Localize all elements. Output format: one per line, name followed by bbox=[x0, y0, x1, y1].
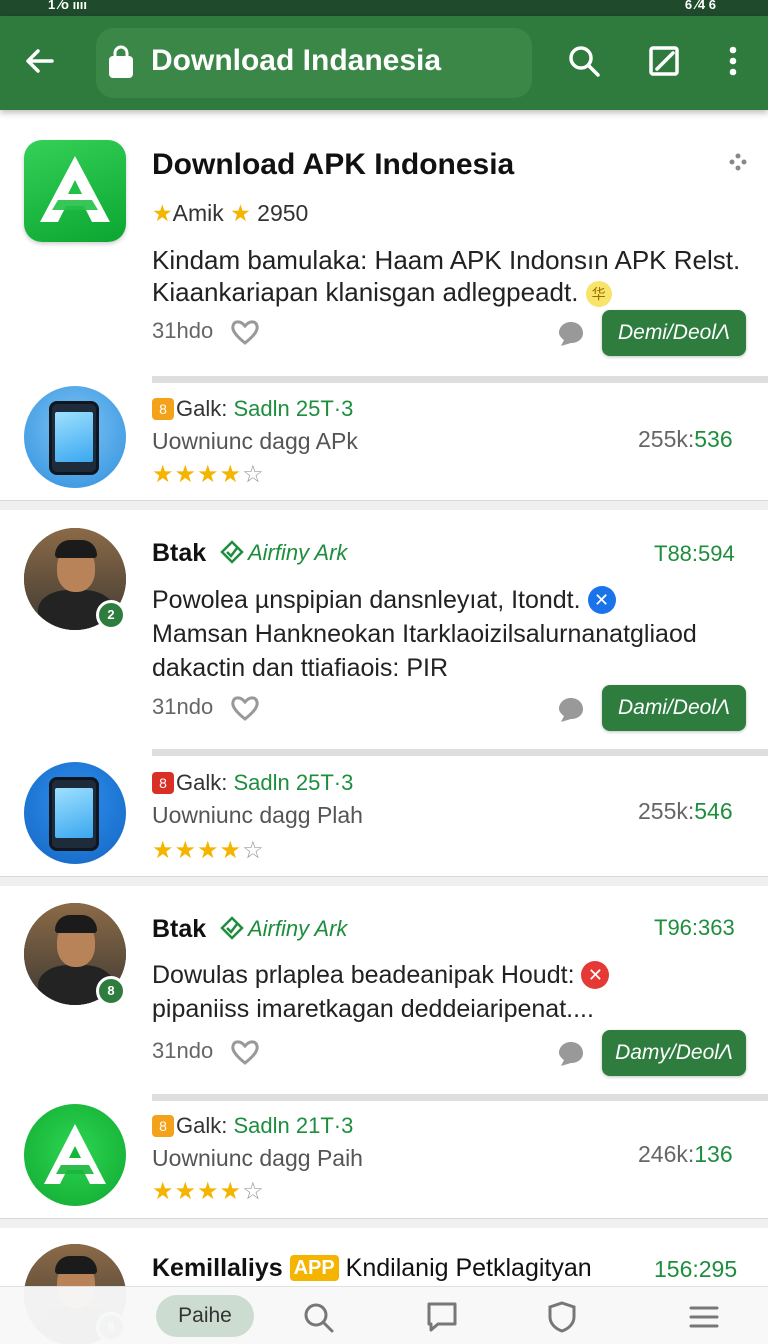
post-time: 156:295 bbox=[654, 1256, 738, 1282]
post-body: Dowulas prlaplea beadeanipak Houdt: ✕ pi… bbox=[152, 958, 742, 1026]
emoji-badge: 华 bbox=[585, 281, 612, 308]
featured-rating: ★Amik ★ 2950 bbox=[152, 200, 309, 226]
star-icon: ★ bbox=[152, 200, 173, 226]
nav-home[interactable]: Paihe bbox=[156, 1295, 254, 1337]
app-tag: 8 bbox=[152, 772, 174, 794]
heart-icon[interactable] bbox=[230, 694, 260, 722]
close-badge-icon[interactable]: ✕ bbox=[587, 586, 616, 614]
download-button[interactable]: Demi/DeolΛ bbox=[602, 310, 746, 356]
avatar-badge: 2 bbox=[96, 600, 126, 630]
shield-icon[interactable] bbox=[544, 1299, 580, 1335]
star-rating: ★★★★☆ bbox=[152, 1178, 265, 1205]
comment-icon[interactable] bbox=[556, 694, 586, 724]
post-author[interactable]: Kemillaliys APP Kndilanig Petklagityan bbox=[152, 1254, 592, 1283]
back-arrow-icon[interactable] bbox=[22, 43, 58, 79]
app-bar: Download Indanesia bbox=[0, 16, 768, 110]
star-rating: ★★★★☆ bbox=[152, 461, 265, 488]
message-icon[interactable] bbox=[424, 1299, 460, 1335]
post-time: T88:594 bbox=[654, 541, 735, 566]
search-icon[interactable] bbox=[566, 43, 602, 79]
phone-app-icon bbox=[24, 386, 126, 488]
verified-icon bbox=[220, 540, 244, 564]
app-row-count: 246k:136 bbox=[638, 1141, 733, 1167]
status-bar: 1 ⁄o ıııı 6 ⁄4 6 bbox=[0, 0, 768, 16]
divider bbox=[0, 1218, 768, 1228]
verified-label: Airfiny Ark bbox=[220, 916, 347, 942]
app-bar-title: Download Indanesia bbox=[151, 44, 442, 77]
star-rating: ★★★★☆ bbox=[152, 837, 265, 864]
verified-label: Airfiny Ark bbox=[220, 540, 347, 566]
app-tag: 8 bbox=[152, 1115, 174, 1137]
post-time: T96:363 bbox=[654, 915, 735, 940]
post-meta: 31ndo bbox=[152, 694, 214, 719]
bottom-navigation: Paihe bbox=[0, 1286, 768, 1344]
avatar-badge: 8 bbox=[96, 976, 126, 1006]
shopping-bag-icon bbox=[109, 45, 133, 78]
app-row-subtitle: Uowniunc dagg Paih bbox=[152, 1145, 363, 1171]
close-badge-icon[interactable]: ✕ bbox=[581, 961, 610, 989]
app-row-title: 8 Galk: Sadln 25T·3 bbox=[152, 396, 353, 422]
apk-app-icon bbox=[24, 1104, 126, 1206]
featured-description: Kindam bamulaka: Haam APK Indonsın APK R… bbox=[152, 245, 741, 308]
comment-icon[interactable] bbox=[556, 1038, 586, 1068]
download-button[interactable]: Dami/DeolΛ bbox=[602, 685, 746, 731]
menu-icon[interactable] bbox=[686, 1299, 722, 1335]
post-author[interactable]: Btak bbox=[152, 915, 206, 944]
divider bbox=[0, 500, 768, 510]
phone-app-icon bbox=[24, 762, 126, 864]
featured-title: Download APK Indonesia bbox=[152, 148, 515, 181]
app-row-title: 8 Galk: Sadln 21T·3 bbox=[152, 1113, 353, 1139]
post-author[interactable]: Btak bbox=[152, 539, 206, 568]
post-body: Powolea µnspipian dansnleyıat, Itondt. ✕… bbox=[152, 586, 697, 682]
post-meta: 31ndo bbox=[152, 1038, 214, 1063]
apk-app-icon bbox=[24, 140, 126, 242]
app-tag: 8 bbox=[152, 398, 174, 420]
status-left: 1 ⁄o ıııı bbox=[48, 0, 88, 12]
download-button[interactable]: Damy/DeolΛ bbox=[602, 1030, 746, 1076]
app-tag: APP bbox=[289, 1255, 339, 1281]
heart-icon[interactable] bbox=[230, 318, 260, 346]
divider bbox=[152, 1094, 768, 1101]
featured-time: 31hdo bbox=[152, 318, 214, 343]
divider bbox=[152, 749, 768, 756]
edit-icon[interactable] bbox=[646, 43, 682, 79]
app-row-subtitle: Uowniunc dagg Plah bbox=[152, 802, 363, 828]
status-right: 6 ⁄4 6 bbox=[684, 0, 716, 12]
heart-icon[interactable] bbox=[230, 1038, 260, 1066]
divider bbox=[0, 876, 768, 886]
app-row-title: 8 Galk: Sadln 25T·3 bbox=[152, 770, 353, 796]
star-icon: ★ bbox=[230, 200, 251, 226]
dots-menu-icon[interactable] bbox=[728, 152, 748, 172]
verified-icon bbox=[220, 916, 244, 940]
comment-icon[interactable] bbox=[556, 318, 586, 348]
search-icon[interactable] bbox=[300, 1299, 336, 1335]
app-row-count: 255k:536 bbox=[638, 426, 733, 452]
more-vertical-icon[interactable] bbox=[715, 43, 751, 79]
app-row-count: 255k:546 bbox=[638, 798, 733, 824]
divider bbox=[152, 376, 768, 383]
app-row-subtitle: Uowniunc dagg APk bbox=[152, 428, 358, 454]
